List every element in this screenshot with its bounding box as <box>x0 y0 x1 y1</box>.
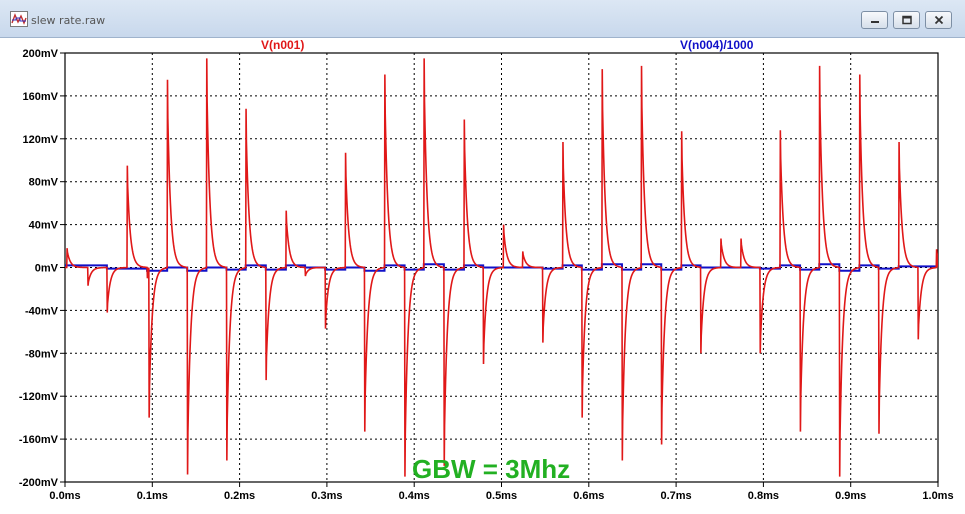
y-tick-label: -40mV <box>25 305 59 317</box>
waveform-chart[interactable]: 0.0ms 0.1ms 0.2ms 0.3ms 0.4ms 0.5ms 0.6ms 0.7ms… <box>0 38 965 514</box>
x-tick-label: 0.4ms <box>399 490 430 502</box>
y-tick-label: 40mV <box>29 220 59 232</box>
x-tick-label: 0.3ms <box>311 490 342 502</box>
y-tick-label: 120mV <box>23 134 59 146</box>
gbw-annotation: GBW = 3Mhz <box>412 454 570 484</box>
y-tick-label: 0mV <box>35 263 59 275</box>
x-tick-label: 0.6ms <box>573 490 604 502</box>
waveform-viewer-icon[interactable] <box>10 11 28 27</box>
y-tick-label: 80mV <box>29 177 59 189</box>
y-tick-label: 200mV <box>23 48 59 60</box>
minimize-icon <box>870 21 879 23</box>
plot-area[interactable]: V(n001) V(n004)/1000 0.0ms 0.1ms 0.2ms 0.3m… <box>0 38 965 514</box>
window-title: slew rate.raw <box>31 14 106 27</box>
close-icon <box>934 15 943 25</box>
close-button[interactable] <box>925 11 952 29</box>
x-tick-label: 0.0ms <box>49 490 80 502</box>
waveform-window: slew rate.raw V(n001) V(n004)/1000 0.0ms… <box>0 0 965 514</box>
y-tick-label: 160mV <box>23 91 59 103</box>
y-tick-label: -120mV <box>19 391 59 403</box>
y-tick-label: -200mV <box>19 477 59 489</box>
x-tick-label: 0.1ms <box>137 490 168 502</box>
x-tick-label: 0.5ms <box>486 490 517 502</box>
restore-icon <box>901 15 912 25</box>
x-tick-label: 0.9ms <box>835 490 866 502</box>
x-tick-label: 0.7ms <box>660 490 691 502</box>
y-tick-label: -160mV <box>19 434 59 446</box>
restore-button[interactable] <box>893 11 920 29</box>
title-bar[interactable]: slew rate.raw <box>0 0 965 38</box>
minimize-button[interactable] <box>861 11 888 29</box>
x-tick-label: 0.2ms <box>224 490 255 502</box>
x-tick-label: 0.8ms <box>748 490 779 502</box>
y-tick-label: -80mV <box>25 348 59 360</box>
x-tick-label: 1.0ms <box>922 490 953 502</box>
